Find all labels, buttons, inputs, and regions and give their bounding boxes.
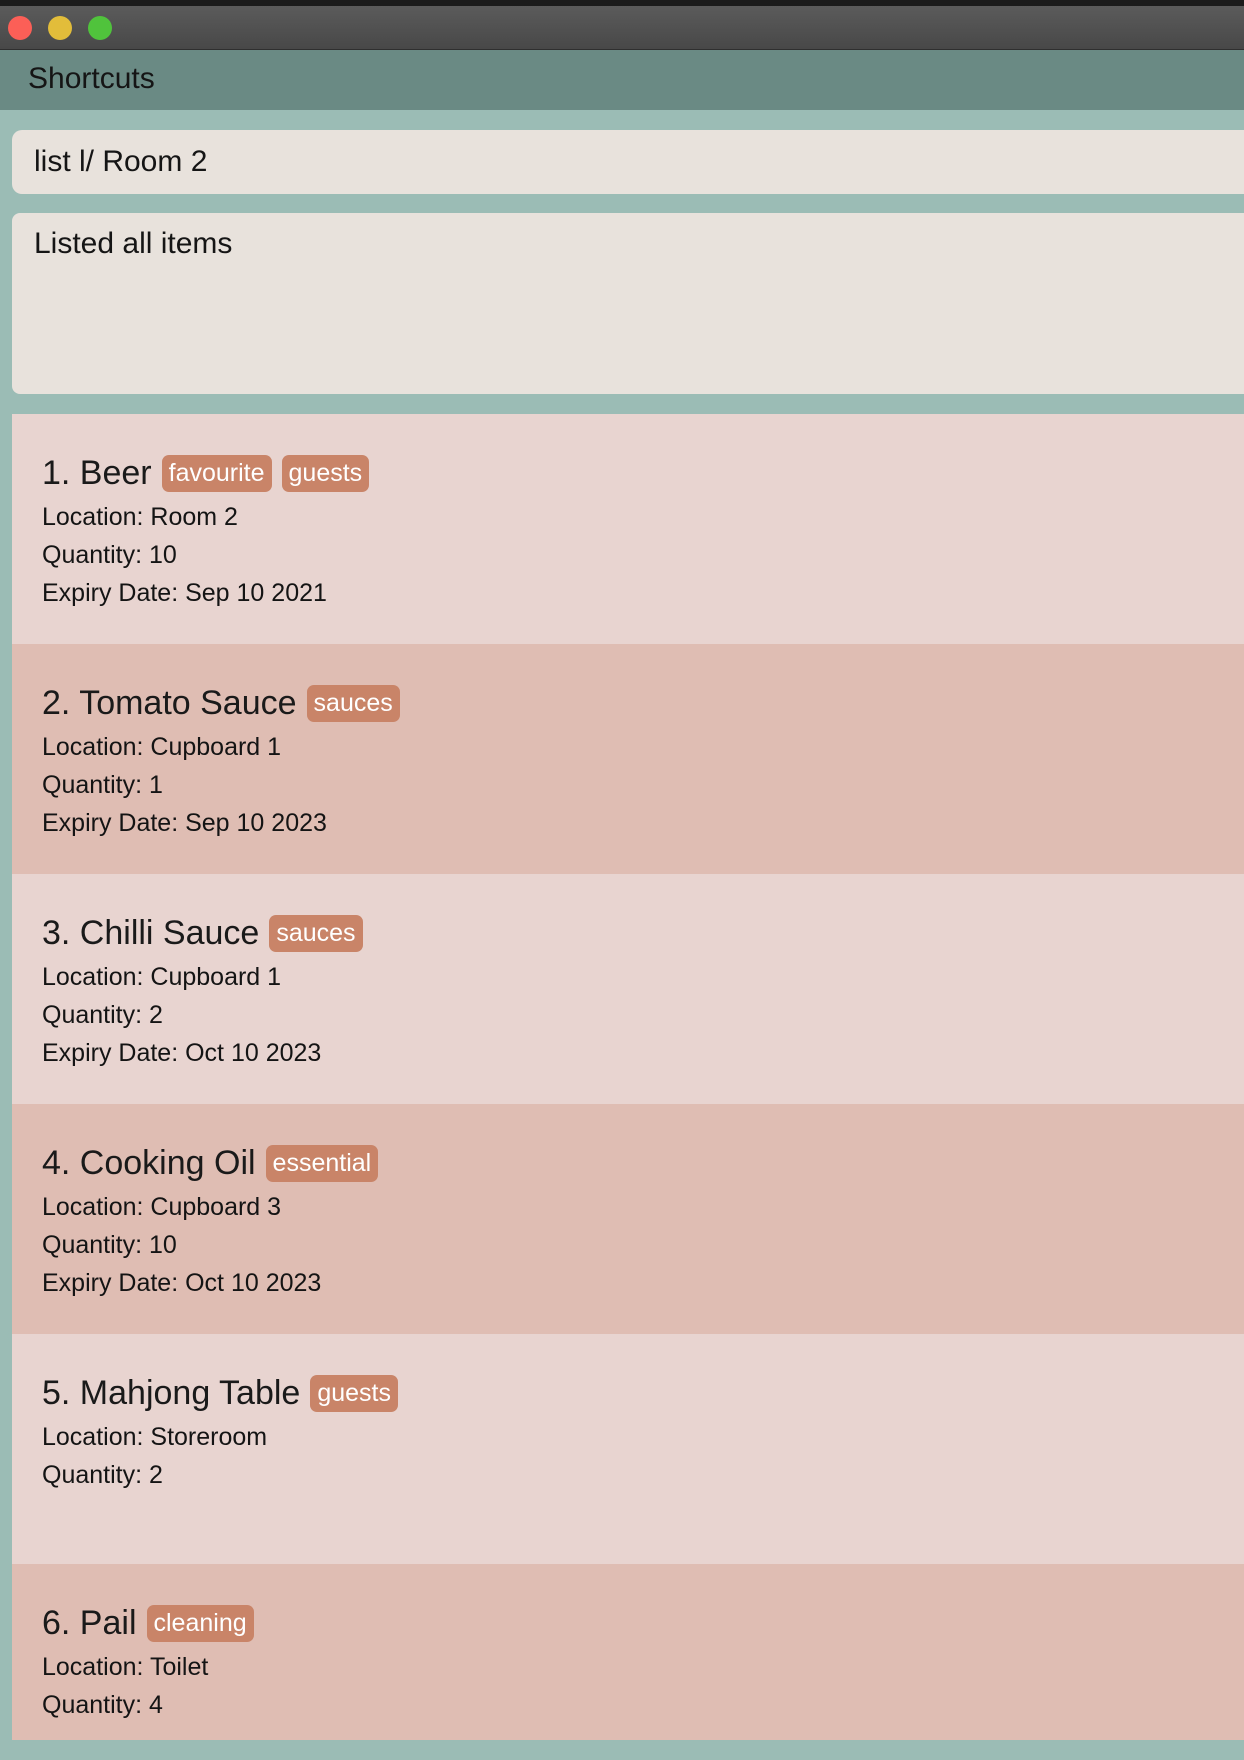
item-location: Location: Cupboard 3: [42, 1193, 282, 1221]
close-window-button[interactable]: [8, 16, 32, 40]
item-card-header: 5. Mahjong Table guests: [42, 1372, 1214, 1414]
item-expiry: Expiry Date: Oct 10 2023: [42, 1269, 322, 1297]
item-card-header: 3. Chilli Sauce sauces: [42, 912, 1214, 954]
item-tag: sauces: [269, 914, 363, 952]
item-card[interactable]: 6. Pail cleaning Location: Toilet Quantity:…: [12, 1564, 1244, 1740]
item-card-header: 6. Pail cleaning: [42, 1602, 1214, 1644]
item-tag: cleaning: [146, 1604, 254, 1642]
item-name: 5. Mahjong Table: [42, 1373, 301, 1412]
item-location: Location: Cupboard 1: [42, 963, 282, 991]
item-location: Location: Toilet: [42, 1653, 209, 1681]
item-location: Location: Cupboard 1: [42, 733, 282, 761]
item-card-header: 1. Beer favourite guests: [42, 452, 1214, 494]
item-location: Location: Room 2: [42, 503, 238, 531]
menu-bar: Shortcuts: [0, 50, 1244, 110]
item-quantity: Quantity: 2: [42, 1001, 163, 1029]
item-tag: essential: [265, 1144, 379, 1182]
item-card[interactable]: 3. Chilli Sauce sauces Location: Cupboard …: [12, 874, 1244, 1104]
item-quantity: Quantity: 2: [42, 1461, 163, 1489]
item-tag: guests: [281, 454, 370, 492]
result-message: Listed all items: [34, 227, 233, 260]
item-expiry: Expiry Date: Sep 10 2023: [42, 809, 327, 837]
item-card[interactable]: 2. Tomato Sauce sauces Location: Cupboard …: [12, 644, 1244, 874]
item-name: 6. Pail: [42, 1603, 137, 1642]
menu-shortcuts[interactable]: Shortcuts: [28, 62, 155, 96]
item-tag: guests: [310, 1374, 399, 1412]
result-display: Listed all items: [12, 213, 1244, 394]
item-quantity: Quantity: 1: [42, 771, 163, 799]
item-tag: sauces: [306, 684, 400, 722]
item-card[interactable]: 4. Cooking Oil essential Location: Cupboar…: [12, 1104, 1244, 1334]
item-card-header: 4. Cooking Oil essential: [42, 1142, 1214, 1184]
item-name: 4. Cooking Oil: [42, 1143, 256, 1182]
item-quantity: Quantity: 10: [42, 1231, 177, 1259]
minimize-window-button[interactable]: [48, 16, 72, 40]
item-list[interactable]: 1. Beer favourite guests Location: Room 2 Qu…: [12, 414, 1244, 1740]
title-bar: [0, 0, 1244, 50]
command-input[interactable]: list l/ Room 2: [12, 130, 1244, 194]
item-name: 2. Tomato Sauce: [42, 683, 297, 722]
item-tag: favourite: [161, 454, 272, 492]
item-card-header: 2. Tomato Sauce sauces: [42, 682, 1214, 724]
item-quantity: Quantity: 4: [42, 1691, 163, 1719]
item-name: 3. Chilli Sauce: [42, 913, 260, 952]
item-card[interactable]: 1. Beer favourite guests Location: Room 2 Qu…: [12, 414, 1244, 644]
item-quantity: Quantity: 10: [42, 541, 177, 569]
item-card[interactable]: 5. Mahjong Table guests Location: Storeroo…: [12, 1334, 1244, 1564]
item-location: Location: Storeroom: [42, 1423, 268, 1451]
item-expiry: Expiry Date: Oct 10 2023: [42, 1039, 322, 1067]
item-name: 1. Beer: [42, 453, 152, 492]
zoom-window-button[interactable]: [88, 16, 112, 40]
app-window: Shortcuts list l/ Room 2 Listed all item…: [0, 0, 1244, 1760]
item-expiry: Expiry Date: Sep 10 2021: [42, 579, 327, 607]
